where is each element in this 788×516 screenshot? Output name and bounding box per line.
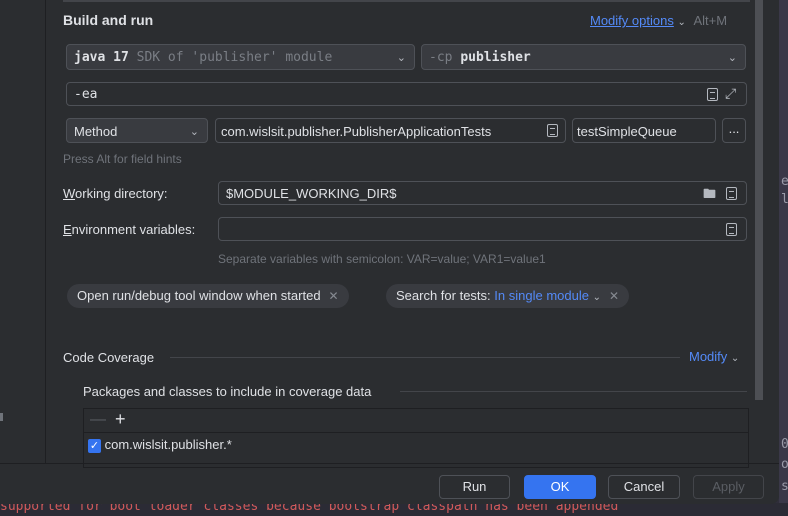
method-input[interactable]: testSimpleQueue — [572, 118, 716, 143]
table-toolbar: — + — [84, 409, 748, 433]
cancel-button[interactable]: Cancel — [608, 475, 680, 499]
insert-macro-icon[interactable] — [726, 187, 737, 200]
env-vars-hint: Separate variables with semicolon: VAR=v… — [218, 252, 546, 266]
browse-method-button[interactable]: ... — [722, 118, 746, 143]
chip-search-for-tests[interactable]: Search for tests: In single module ⌄ ✕ — [386, 284, 630, 308]
label-text: orking directory: — [75, 186, 168, 201]
method-value: testSimpleQueue — [577, 124, 677, 139]
working-dir-label: Working directory: — [63, 186, 168, 201]
background-text: s — [781, 479, 788, 494]
classpath-prefix: -cp — [429, 50, 453, 65]
expand-icon[interactable]: ⤢ — [725, 85, 736, 102]
edit-env-icon[interactable] — [726, 223, 737, 236]
background-text: 0. — [781, 437, 788, 452]
env-vars-input[interactable] — [218, 217, 747, 241]
section-title-build-and-run: Build and run — [63, 12, 154, 28]
field-hints-text: Press Alt for field hints — [63, 152, 182, 166]
browse-class-icon[interactable] — [547, 124, 558, 137]
classpath-select[interactable]: -cp publisher ⌄ — [421, 44, 746, 70]
modify-options-shortcut: Alt+M — [693, 13, 728, 28]
jre-value: java 17 — [74, 50, 129, 65]
section-title-code-coverage: Code Coverage — [63, 350, 155, 365]
add-icon[interactable]: + — [115, 409, 126, 430]
list-item[interactable]: ✓ com.wislsit.publisher.* — [88, 437, 232, 453]
class-value: com.wislsit.publisher.PublisherApplicati… — [221, 124, 492, 139]
chip-open-tool-window[interactable]: Open run/debug tool window when started ✕ — [67, 284, 349, 308]
classpath-value: publisher — [460, 50, 531, 65]
chip-label: Search for tests: — [396, 288, 491, 303]
class-input[interactable]: com.wislsit.publisher.PublisherApplicati… — [215, 118, 566, 143]
background-text: or — [781, 457, 788, 472]
packages-table: — + ✓ com.wislsit.publisher.* — [83, 408, 749, 468]
close-icon[interactable]: ✕ — [609, 289, 619, 303]
ok-button[interactable]: OK — [524, 475, 596, 499]
chevron-down-icon: ⌄ — [189, 126, 199, 138]
mnemonic: W — [63, 186, 76, 201]
chevron-down-icon: ⌄ — [592, 292, 601, 303]
sidebar-scroll-marker — [0, 413, 3, 421]
chevron-down-icon: ⌄ — [730, 353, 740, 364]
apply-button[interactable]: Apply — [693, 475, 764, 499]
folder-icon[interactable]: 🖿 — [703, 185, 716, 207]
chevron-down-icon: ⌄ — [727, 52, 737, 64]
separator — [400, 391, 747, 392]
insert-macro-icon[interactable] — [707, 88, 718, 101]
working-dir-input[interactable]: $MODULE_WORKING_DIR$ 🖿 — [218, 181, 747, 205]
env-vars-label: Environment variables: — [63, 222, 195, 237]
background-text: es — [781, 174, 788, 189]
search-scope-dropdown[interactable]: In single module — [494, 288, 589, 303]
label-text: nvironment variables: — [71, 222, 196, 237]
separator — [170, 357, 680, 358]
test-kind-select[interactable]: Method ⌄ — [66, 118, 208, 143]
jre-select[interactable]: java 17 SDK of 'publisher' module ⌄ — [66, 44, 415, 70]
close-icon[interactable]: ✕ — [329, 289, 339, 303]
modify-options[interactable]: Modify options ⌄ Alt+M — [590, 13, 727, 28]
vm-options-input[interactable]: -ea ⤢ — [66, 82, 747, 106]
packages-title: Packages and classes to include in cover… — [83, 384, 372, 399]
modify-link[interactable]: Modify — [689, 349, 727, 364]
run-button[interactable]: Run — [439, 475, 510, 499]
checkbox-checked[interactable]: ✓ — [88, 438, 101, 453]
working-dir-value: $MODULE_WORKING_DIR$ — [226, 186, 397, 201]
separator — [0, 463, 779, 464]
run-configuration-dialog: Build and run Modify options ⌄ Alt+M jav… — [0, 0, 779, 504]
package-pattern: com.wislsit.publisher.* — [104, 437, 232, 452]
config-tree-panel — [0, 0, 46, 463]
modify-options-link[interactable]: Modify options — [590, 13, 674, 28]
background-text: li — [781, 192, 788, 207]
chevron-down-icon: ⌄ — [677, 17, 686, 28]
vm-options-value: -ea — [74, 87, 98, 102]
scrollbar[interactable] — [755, 0, 763, 400]
chip-label: Open run/debug tool window when started — [77, 288, 321, 303]
mnemonic: E — [63, 222, 72, 237]
coverage-modify[interactable]: Modify ⌄ — [689, 349, 739, 364]
remove-icon[interactable]: — — [90, 411, 106, 429]
test-kind-value: Method — [74, 124, 118, 139]
jre-hint: SDK of 'publisher' module — [136, 50, 333, 65]
chevron-down-icon: ⌄ — [396, 52, 406, 64]
separator — [63, 0, 750, 2]
